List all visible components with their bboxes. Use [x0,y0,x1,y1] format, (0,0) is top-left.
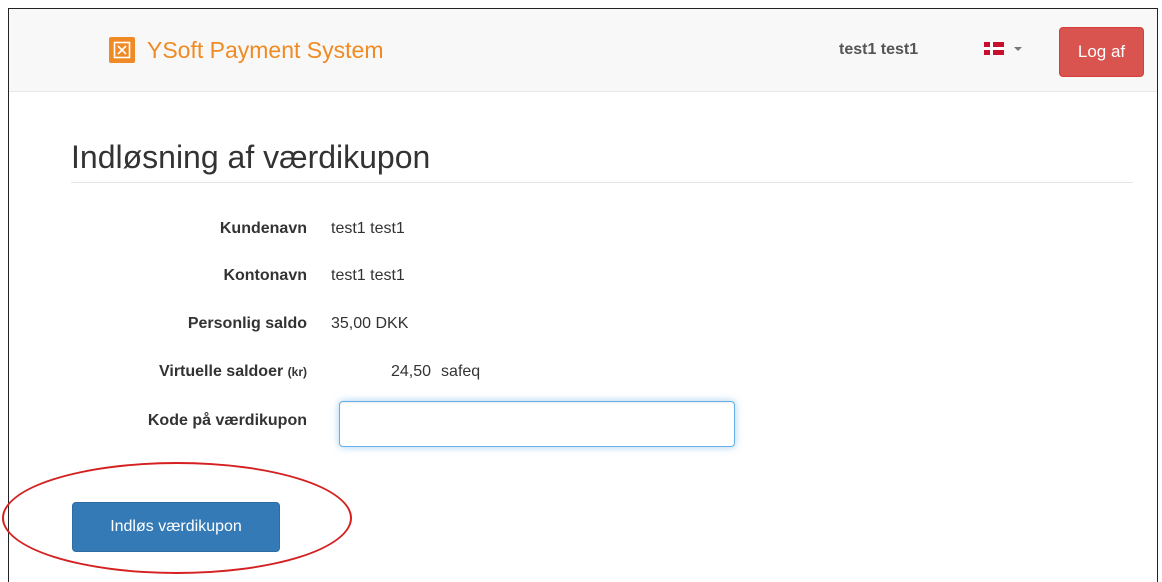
virtual-balances-label-text: Virtuelle saldoer [159,363,284,380]
ysoft-logo-icon [109,37,135,63]
browser-frame: YSoft Payment System test1 test1 Log af … [8,8,1158,582]
page-title: Indløsning af værdikupon [71,139,431,175]
brand-title: YSoft Payment System [147,36,384,63]
brand-link[interactable]: YSoft Payment System [109,34,383,66]
virtual-balances-row: Virtuelle saldoer (kr) 24,50 safeq [9,363,1157,387]
customer-name-label: Kundenavn [219,220,307,237]
language-selector[interactable] [984,42,1022,55]
user-menu[interactable]: test1 test1 [839,41,918,59]
flag-denmark-icon [984,42,1004,55]
customer-name-row: Kundenavn test1 test1 [9,220,1157,244]
redeem-voucher-button[interactable]: Indløs værdikupon [72,502,280,552]
customer-name-value: test1 test1 [331,220,405,237]
voucher-code-label: Kode på værdikupon [147,412,307,429]
personal-balance-row: Personlig saldo 35,00 DKK [9,315,1157,339]
account-name-row: Kontonavn test1 test1 [9,267,1157,291]
title-divider [71,182,1133,183]
personal-balance-value: 35,00 DKK [331,315,409,332]
virtual-balances-label: Virtuelle saldoer (kr) [159,363,307,381]
virtual-balance-amount: 24,50 [391,363,432,380]
logout-button[interactable]: Log af [1059,27,1144,77]
virtual-balance-entry: 24,50 safeq [391,363,480,381]
voucher-code-input[interactable] [339,401,735,447]
account-name-value: test1 test1 [331,267,405,284]
virtual-balance-name: safeq [441,363,481,380]
chevron-down-icon [1014,46,1022,51]
personal-balance-label: Personlig saldo [187,315,307,332]
account-name-label: Kontonavn [223,267,307,284]
virtual-balances-unit: (kr) [287,365,307,379]
navbar: YSoft Payment System test1 test1 Log af [9,9,1157,92]
